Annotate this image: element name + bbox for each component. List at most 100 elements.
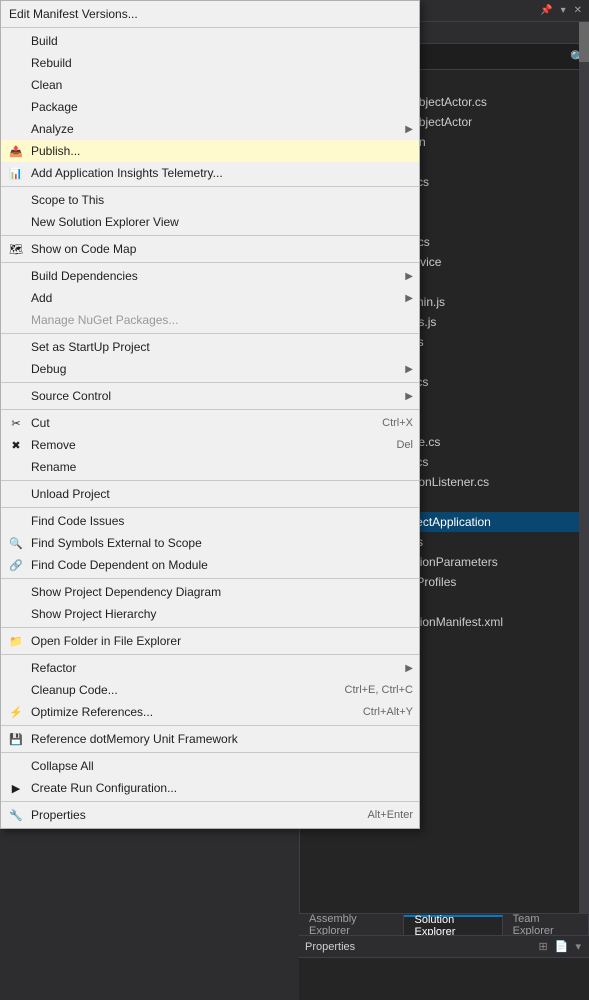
menu-label-manage-nuget: Manage NuGet Packages... [31, 313, 178, 327]
menu-item-rebuild[interactable]: Rebuild [1, 52, 419, 74]
menu-label-rename: Rename [31, 460, 76, 474]
menu-item-package[interactable]: Package [1, 96, 419, 118]
shortcut-optimize-refs: Ctrl+Alt+Y [333, 706, 413, 718]
menu-item-open-folder[interactable]: 📁Open Folder in File Explorer [1, 630, 419, 652]
menu-label-unload-project: Unload Project [31, 487, 110, 501]
shortcut-cleanup-code: Ctrl+E, Ctrl+C [315, 684, 413, 696]
menu-sep-after-unload-project [1, 507, 419, 508]
menu-item-clean[interactable]: Clean [1, 74, 419, 96]
menu-item-unload-project[interactable]: Unload Project [1, 483, 419, 505]
menu-sep-after-show-proj-hierarchy [1, 627, 419, 628]
submenu-arrow-source-control: ▶ [395, 391, 413, 402]
menu-item-source-control[interactable]: Source Control ▶ [1, 385, 419, 407]
menu-label-source-control: Source Control [31, 389, 111, 403]
menu-label-properties: Properties [31, 808, 86, 822]
header-icons: 📌 ▾ ✕ [537, 4, 585, 17]
menu-label-package: Package [31, 100, 78, 114]
menu-sep-after-find-code-dependent [1, 578, 419, 579]
menu-label-find-code-issues: Find Code Issues [31, 514, 124, 528]
menu-label-show-proj-hierarchy: Show Project Hierarchy [31, 607, 156, 621]
submenu-arrow-analyze: ▶ [395, 124, 413, 135]
submenu-arrow-add: ▶ [395, 293, 413, 304]
properties-icons: ⊞ 📄 ▾ [537, 939, 583, 954]
insights-icon: 📊 [7, 164, 25, 182]
page-icon[interactable]: 📄 [553, 939, 571, 954]
tab-assembly-explorer[interactable]: Assembly Explorer [299, 915, 404, 935]
menu-label-refactor: Refactor [31, 661, 76, 675]
menu-item-cut[interactable]: ✂CutCtrl+X [1, 412, 419, 434]
optimize-icon: ⚡ [7, 703, 25, 721]
dotmemory-icon: 💾 [7, 730, 25, 748]
shortcut-properties: Alt+Enter [337, 809, 413, 821]
menu-label-show-proj-dep-diagram: Show Project Dependency Diagram [31, 585, 221, 599]
menu-item-show-proj-hierarchy[interactable]: Show Project Hierarchy [1, 603, 419, 625]
menu-sep-after-ref-dotmemory [1, 752, 419, 753]
menu-item-find-code-dependent[interactable]: 🔗Find Code Dependent on Module [1, 554, 419, 576]
menu-item-manage-nuget: Manage NuGet Packages... [1, 309, 419, 331]
run-config-icon: ▶ [7, 779, 25, 797]
submenu-arrow-build-dependencies: ▶ [395, 271, 413, 282]
folder-icon: 📁 [7, 632, 25, 650]
menu-item-publish[interactable]: 📤Publish... [1, 140, 419, 162]
properties-icon: 🔧 [7, 806, 25, 824]
menu-item-cleanup-code[interactable]: Cleanup Code... Ctrl+E, Ctrl+C [1, 679, 419, 701]
menu-item-add[interactable]: Add ▶ [1, 287, 419, 309]
menu-item-properties[interactable]: 🔧 Properties Alt+Enter [1, 804, 419, 826]
menu-label-remove: Remove [31, 438, 76, 452]
menu-item-collapse-all[interactable]: Collapse All [1, 755, 419, 777]
menu-item-find-code-issues[interactable]: Find Code Issues [1, 510, 419, 532]
menu-label-cleanup-code: Cleanup Code... [31, 683, 118, 697]
menu-item-ref-dotmemory[interactable]: 💾Reference dotMemory Unit Framework [1, 728, 419, 750]
menu-item-analyze[interactable]: Analyze▶ [1, 118, 419, 140]
menu-sep-after-manage-nuget [1, 333, 419, 334]
menu-label-publish: Publish... [31, 144, 80, 158]
bottom-tabs: Assembly ExplorerSolution ExplorerTeam E… [299, 913, 589, 935]
menu-label-debug: Debug [31, 362, 66, 376]
menu-item-add-insights[interactable]: 📊Add Application Insights Telemetry... [1, 162, 419, 184]
sort-icon[interactable]: ⊞ [537, 939, 550, 954]
menu-sep-after-show-code-map [1, 262, 419, 263]
menu-label-find-code-dependent: Find Code Dependent on Module [31, 558, 208, 572]
menu-item-find-symbols[interactable]: 🔍Find Symbols External to Scope [1, 532, 419, 554]
menu-sep-after-source-control [1, 409, 419, 410]
menu-item-set-startup[interactable]: Set as StartUp Project [1, 336, 419, 358]
tab-team-explorer[interactable]: Team Explorer [503, 915, 589, 935]
remove-icon: ✖ [7, 436, 25, 454]
close-icon[interactable]: ✕ [571, 4, 585, 17]
menu-item-edit-manifest[interactable]: Edit Manifest Versions... [1, 3, 419, 25]
submenu-arrow-debug: ▶ [395, 364, 413, 375]
context-menu: Edit Manifest Versions...BuildRebuildCle… [0, 0, 420, 829]
scrollbar-track[interactable] [579, 22, 589, 913]
pin-icon[interactable]: 📌 [537, 4, 555, 17]
menu-item-optimize-refs[interactable]: ⚡Optimize References...Ctrl+Alt+Y [1, 701, 419, 723]
properties-header: Properties ⊞ 📄 ▾ [299, 936, 589, 958]
menu-item-new-solution-view[interactable]: New Solution Explorer View [1, 211, 419, 233]
menu-label-scope-to-this: Scope to This [31, 193, 104, 207]
menu-label-set-startup: Set as StartUp Project [31, 340, 150, 354]
menu-item-show-proj-dep-diagram[interactable]: Show Project Dependency Diagram [1, 581, 419, 603]
menu-item-debug[interactable]: Debug ▶ [1, 358, 419, 380]
menu-item-build[interactable]: Build [1, 30, 419, 52]
menu-item-scope-to-this[interactable]: Scope to This [1, 189, 419, 211]
menu-label-new-solution-view: New Solution Explorer View [31, 215, 179, 229]
menu-label-add: Add [31, 291, 52, 305]
chevron-down-icon[interactable]: ▾ [558, 4, 569, 17]
shortcut-remove: Del [366, 439, 413, 451]
menu-sep-after-debug [1, 382, 419, 383]
menu-item-create-run-config[interactable]: ▶ Create Run Configuration... [1, 777, 419, 799]
menu-item-remove[interactable]: ✖ Remove Del [1, 434, 419, 456]
menu-sep-after-open-folder [1, 654, 419, 655]
menu-label-show-code-map: Show on Code Map [31, 242, 136, 256]
menu-separator-1 [1, 27, 419, 28]
tab-solution-explorer[interactable]: Solution Explorer [404, 915, 502, 935]
menu-item-show-code-map[interactable]: 🗺 Show on Code Map [1, 238, 419, 260]
menu-item-rename[interactable]: Rename [1, 456, 419, 478]
code-map-icon: 🗺 [7, 240, 25, 258]
scrollbar-thumb[interactable] [579, 22, 589, 62]
menu-label-create-run-config: Create Run Configuration... [31, 781, 177, 795]
menu-sep-after-create-run-config [1, 801, 419, 802]
filter-icon[interactable]: ▾ [573, 939, 583, 954]
menu-item-refactor[interactable]: Refactor▶ [1, 657, 419, 679]
properties-title: Properties [305, 941, 355, 953]
menu-item-build-dependencies[interactable]: Build Dependencies▶ [1, 265, 419, 287]
